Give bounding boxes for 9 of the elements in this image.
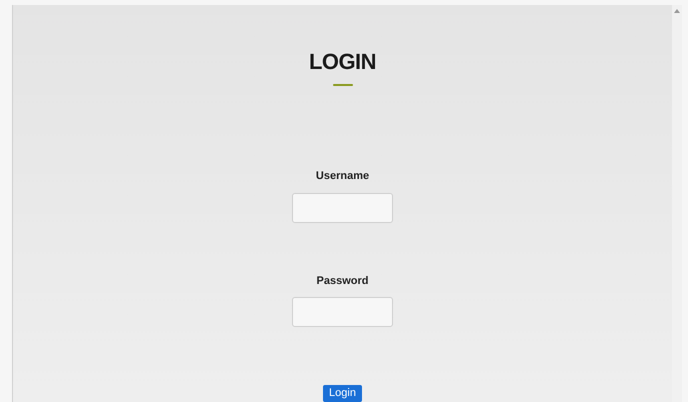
- username-field[interactable]: [292, 192, 393, 223]
- title-underline: [332, 84, 352, 86]
- scroll-up-icon[interactable]: [674, 9, 680, 13]
- password-field[interactable]: [292, 297, 393, 328]
- field-label: Password: [316, 274, 368, 289]
- scrollbar[interactable]: [672, 5, 682, 402]
- field-label: Username: [316, 169, 370, 184]
- login-title: LOGIN: [309, 48, 376, 76]
- login-button[interactable]: Login: [323, 385, 362, 402]
